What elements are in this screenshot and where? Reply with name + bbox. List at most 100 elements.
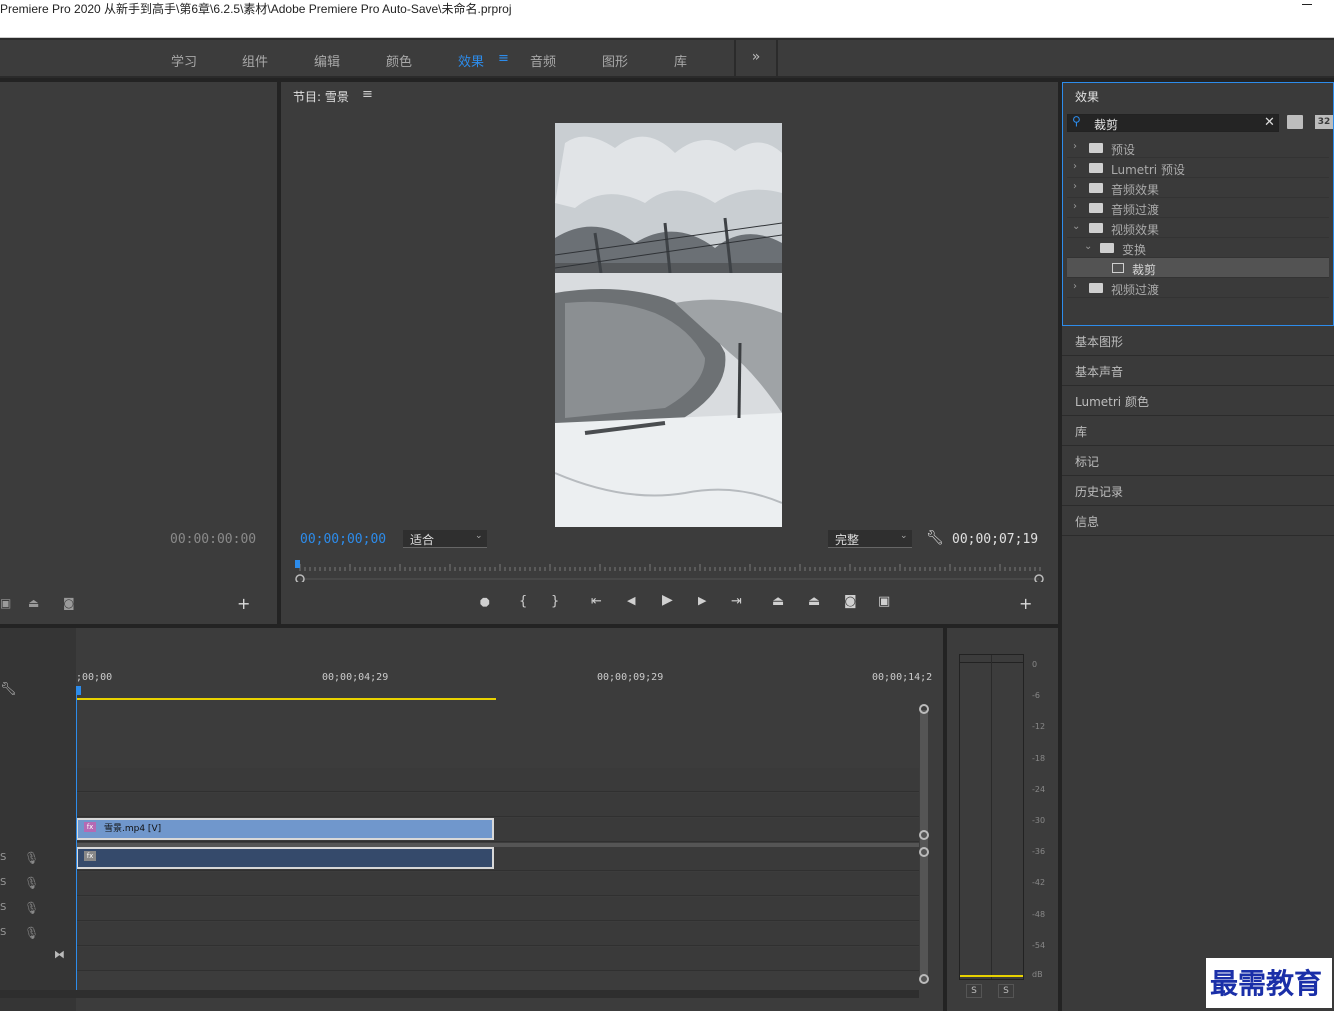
- meter-scale-label: -6: [1032, 691, 1040, 700]
- workspace-tabs: 学习 组件 编辑 颜色 效果 ≡ 音频 图形 库: [158, 40, 734, 76]
- insert-icon[interactable]: ▣: [0, 596, 11, 610]
- panel-markers[interactable]: 标记: [1062, 446, 1334, 475]
- meter-scale-label: -12: [1032, 722, 1046, 731]
- 32bit-effects-icon[interactable]: 32: [1315, 115, 1333, 129]
- wrench-icon[interactable]: 🔧︎: [926, 530, 944, 546]
- zoom-select[interactable]: 适合 ⌄: [403, 530, 487, 548]
- scroll-handle-icon[interactable]: [919, 847, 929, 857]
- video-track-v3[interactable]: [76, 768, 919, 792]
- comparison-view-icon[interactable]: ▣: [878, 594, 890, 609]
- solo-label[interactable]: S: [0, 927, 6, 938]
- solo-label[interactable]: S: [0, 877, 6, 888]
- minimize-icon[interactable]: [1302, 4, 1312, 5]
- marker-icon[interactable]: ⯃: [480, 596, 490, 611]
- audio-clip[interactable]: fx: [76, 847, 494, 869]
- wrench-icon[interactable]: 🔧︎: [0, 682, 17, 697]
- audio-track-a3[interactable]: [76, 897, 919, 921]
- tree-item-video-effects[interactable]: ⌄ 视频效果: [1067, 218, 1329, 238]
- video-clip[interactable]: fx 雪景.mp4 [V]: [76, 818, 494, 840]
- mark-out-icon[interactable]: }: [551, 594, 559, 609]
- scroll-handle-icon[interactable]: [919, 974, 929, 984]
- solo-label[interactable]: S: [0, 902, 6, 913]
- hamburger-icon[interactable]: ≡: [498, 51, 509, 66]
- audio-track-a1[interactable]: fx: [76, 847, 919, 871]
- scroll-handle-icon[interactable]: [919, 704, 929, 714]
- chevron-right-icon: ›: [1073, 201, 1077, 212]
- go-to-in-icon[interactable]: ⇤: [591, 594, 602, 609]
- effects-panel: 效果 ⚲ 裁剪 ✕ 32 › 预设 › Lumetri 预设 › 音频效果 › …: [1062, 82, 1334, 326]
- solo-right-button[interactable]: S: [998, 984, 1014, 998]
- audio-track-a5[interactable]: [76, 947, 919, 971]
- folder-icon: [1089, 203, 1103, 213]
- microphone-icon[interactable]: 🎙︎: [24, 851, 39, 865]
- timeline-ruler[interactable]: ;00;00 00;00;04;29 00;00;09;29 00;00;14;…: [76, 668, 932, 702]
- video-track-v1[interactable]: fx 雪景.mp4 [V]: [76, 818, 919, 842]
- panel-lumetri-color[interactable]: Lumetri 颜色: [1062, 386, 1334, 415]
- tab-learn[interactable]: 学习: [171, 51, 197, 70]
- hamburger-icon[interactable]: ≡: [362, 87, 373, 102]
- camera-icon[interactable]: ◙: [844, 594, 857, 609]
- overflow-chevron-icon[interactable]: »: [736, 40, 776, 76]
- chevron-down-icon: ⌄: [1072, 221, 1081, 232]
- extract-icon[interactable]: ⏏: [808, 594, 820, 609]
- tab-libraries[interactable]: 库: [674, 51, 687, 70]
- timeline-vertical-scrollbar[interactable]: [920, 710, 928, 982]
- tree-item-audio-effects[interactable]: › 音频效果: [1067, 178, 1329, 198]
- lift-icon[interactable]: ⏏: [772, 594, 784, 609]
- accelerated-effects-icon[interactable]: [1287, 115, 1303, 129]
- quality-select[interactable]: 完整 ⌄: [828, 530, 912, 548]
- watermark: 最需教育: [1206, 958, 1332, 1008]
- work-area-bar[interactable]: [76, 698, 496, 700]
- tree-item-video-transitions[interactable]: › 视频过渡: [1067, 278, 1329, 298]
- camera-icon[interactable]: ◙: [63, 596, 75, 610]
- mark-in-icon[interactable]: {: [519, 594, 527, 609]
- tab-graphics[interactable]: 图形: [602, 51, 628, 70]
- panel-libraries[interactable]: 库: [1062, 416, 1334, 445]
- tab-audio[interactable]: 音频: [530, 51, 556, 70]
- ruler-label: 00;00;14;2: [872, 672, 933, 683]
- tree-item-lumetri-presets[interactable]: › Lumetri 预设: [1067, 158, 1329, 178]
- microphone-icon[interactable]: 🎙︎: [24, 926, 39, 940]
- tree-item-transform[interactable]: ⌄ 变换: [1067, 238, 1329, 258]
- tree-item-crop[interactable]: 裁剪: [1067, 258, 1329, 278]
- video-track-v2[interactable]: [76, 793, 919, 817]
- effects-search-input[interactable]: ⚲ 裁剪 ✕: [1067, 114, 1279, 132]
- scroll-handle-icon[interactable]: [919, 830, 929, 840]
- program-scrubber[interactable]: [295, 558, 1045, 584]
- overwrite-icon[interactable]: ⏏: [28, 596, 39, 610]
- tree-item-audio-transitions[interactable]: › 音频过渡: [1067, 198, 1329, 218]
- tab-editing[interactable]: 编辑: [314, 51, 340, 70]
- master-track-icon[interactable]: ⧓: [54, 948, 65, 961]
- chevron-down-icon: ⌄: [475, 531, 483, 541]
- clear-search-icon[interactable]: ✕: [1264, 115, 1275, 130]
- play-icon[interactable]: ▶︎: [662, 592, 673, 608]
- tree-item-label: 音频过渡: [1111, 203, 1160, 217]
- go-to-out-icon[interactable]: ⇥: [731, 594, 742, 609]
- program-current-time[interactable]: 00;00;00;00: [300, 532, 386, 547]
- microphone-icon[interactable]: 🎙︎: [24, 901, 39, 915]
- program-duration: 00;00;07;19: [952, 532, 1039, 547]
- panel-history[interactable]: 历史记录: [1062, 476, 1334, 505]
- solo-label[interactable]: S: [0, 852, 6, 863]
- add-button-icon[interactable]: +: [237, 594, 250, 613]
- tab-effects[interactable]: 效果: [458, 51, 484, 70]
- video-frame: [555, 123, 782, 527]
- tab-assembly[interactable]: 组件: [242, 51, 268, 70]
- panel-info[interactable]: 信息: [1062, 506, 1334, 535]
- panel-essential-graphics[interactable]: 基本图形: [1062, 326, 1334, 355]
- timeline-horizontal-scrollbar[interactable]: [0, 990, 919, 998]
- window-title: Premiere Pro 2020 从新手到高手\第6章\6.2.5\素材\Ad…: [0, 2, 512, 16]
- timeline-empty-area: [76, 704, 919, 767]
- panel-essential-sound[interactable]: 基本声音: [1062, 356, 1334, 385]
- step-back-icon[interactable]: ◀︎: [627, 594, 635, 607]
- step-forward-icon[interactable]: ▶︎: [698, 594, 706, 607]
- meter-scale-label: -30: [1032, 816, 1046, 825]
- audio-track-a4[interactable]: [76, 922, 919, 946]
- microphone-icon[interactable]: 🎙︎: [24, 876, 39, 890]
- solo-left-button[interactable]: S: [966, 984, 982, 998]
- playhead-line[interactable]: [76, 690, 77, 990]
- add-button-icon[interactable]: +: [1019, 594, 1032, 613]
- tab-color[interactable]: 颜色: [386, 51, 412, 70]
- tree-item-presets[interactable]: › 预设: [1067, 138, 1329, 158]
- audio-track-a2[interactable]: [76, 872, 919, 896]
